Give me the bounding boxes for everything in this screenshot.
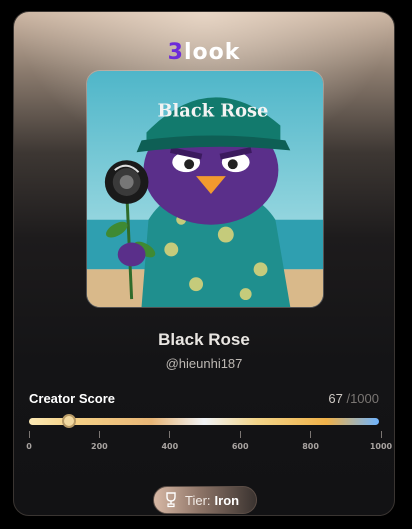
- scale-tick-line: [310, 431, 312, 438]
- score-label: Creator Score: [29, 391, 115, 406]
- score-scale: 0 200 400 600 800 1000: [26, 431, 392, 461]
- scale-tick-line: [380, 431, 382, 438]
- scale-tick: 800: [291, 431, 331, 451]
- creator-card: 3look Black Rose Black Rose @hieunhi187 …: [13, 11, 395, 516]
- score-progress-bar: [29, 418, 379, 425]
- scale-tick: 200: [79, 431, 119, 451]
- scale-tick-line: [98, 431, 100, 438]
- scale-tick-line: [169, 431, 171, 438]
- scale-tick-line: [28, 431, 30, 438]
- scale-tick-label: 200: [91, 442, 108, 451]
- scale-tick-label: 1000: [369, 442, 393, 451]
- profile-handle: @hieunhi187: [165, 356, 243, 371]
- score-value: 67 /1000: [328, 391, 379, 406]
- scale-tick-line: [239, 431, 241, 438]
- tier-badge[interactable]: Tier: Iron: [153, 486, 257, 514]
- scale-tick: 0: [14, 431, 49, 451]
- tier-value: Iron: [214, 492, 240, 508]
- logo-suffix: look: [183, 40, 241, 65]
- cap-text: Black Rose: [157, 101, 268, 122]
- brand-logo: 3look: [14, 40, 394, 65]
- avatar-image: Black Rose: [87, 71, 323, 307]
- score-progress-thumb: [61, 414, 76, 428]
- logo-prefix: 3: [167, 40, 184, 65]
- scale-tick: 600: [220, 431, 260, 451]
- scale-tick-label: 600: [231, 442, 249, 451]
- trophy-icon: [166, 492, 176, 508]
- profile-name: Black Rose: [158, 330, 250, 349]
- scale-tick: 400: [150, 431, 190, 451]
- score-max: /1000: [346, 391, 379, 406]
- scale-tick-label: 800: [302, 442, 319, 451]
- score-current: 67: [328, 391, 343, 406]
- score-row: Creator Score 67 /1000: [29, 391, 379, 409]
- scale-tick-label: 0: [26, 442, 32, 451]
- tier-label: Tier:: [185, 492, 211, 508]
- scale-tick-label: 400: [161, 442, 179, 451]
- scale-tick: 1000: [361, 431, 394, 451]
- avatar: Black Rose: [86, 70, 324, 308]
